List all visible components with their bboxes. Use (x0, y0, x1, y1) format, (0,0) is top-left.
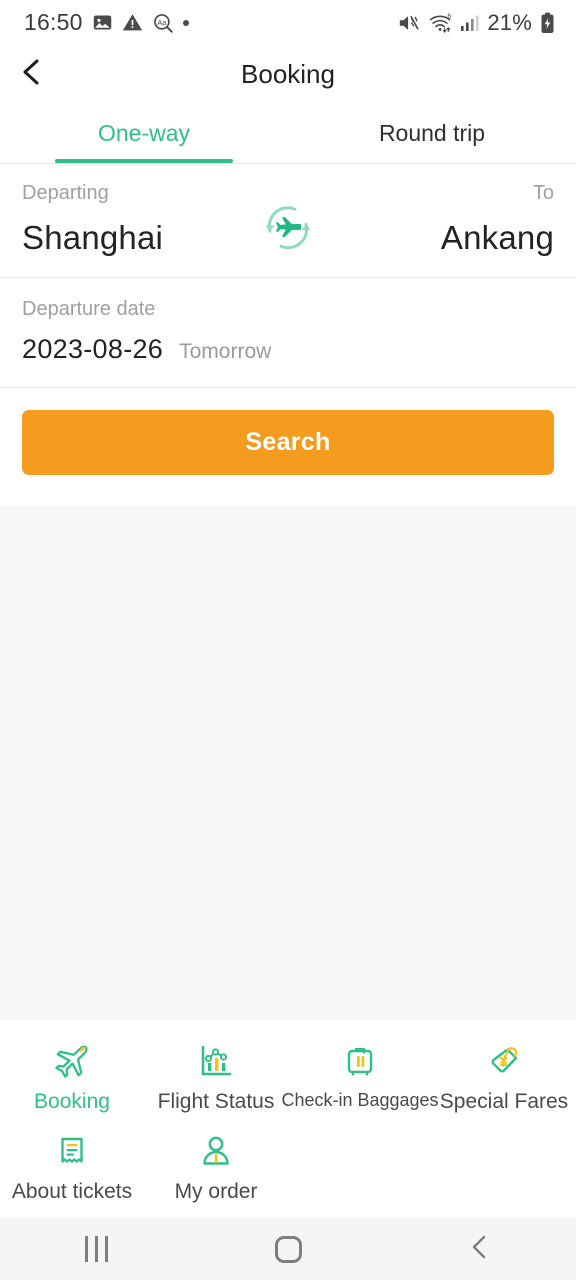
nav-item-empty-2 (432, 1122, 576, 1212)
battery-charging-icon (539, 12, 556, 34)
wifi-6-icon: 6 (428, 12, 453, 34)
android-back-button[interactable] (420, 1218, 540, 1280)
android-recents-button[interactable] (36, 1218, 156, 1280)
search-button-wrap: Search (0, 388, 576, 505)
airplane-icon (50, 1038, 94, 1084)
departure-date-relative: Tomorrow (179, 340, 272, 363)
to-label: To (532, 182, 554, 204)
nav-item-flight-status-label: Flight Status (157, 1090, 275, 1113)
warning-icon (122, 12, 143, 33)
departure-date-value: 2023-08-26 (22, 334, 164, 364)
suitcase-icon (338, 1038, 382, 1084)
nav-item-flight-status[interactable]: Flight Status (144, 1032, 288, 1122)
booking-form-card: Departing To Shanghai Ankang Departure d… (0, 164, 576, 505)
phone-screen: 16:50 Aa 6 21% Booking One-way Round tri… (0, 0, 576, 1280)
departure-city[interactable]: Shanghai (22, 219, 163, 257)
header-back-button[interactable] (0, 45, 62, 103)
status-bar-clock: 16:50 (24, 9, 83, 35)
mute-icon (397, 12, 421, 34)
tab-one-way[interactable]: One-way (0, 103, 288, 163)
back-icon (469, 1234, 491, 1265)
chevron-left-icon (18, 57, 44, 92)
price-tag-icon (482, 1038, 526, 1084)
nav-item-about-tickets-label: About tickets (11, 1180, 133, 1203)
route-row: Departing To Shanghai Ankang (0, 164, 576, 278)
search-button[interactable]: Search (22, 410, 554, 475)
battery-percent-label: 21% (487, 9, 532, 35)
content-placeholder-area (0, 505, 576, 1020)
nav-item-booking[interactable]: Booking (0, 1032, 144, 1122)
trip-type-tabs: One-way Round trip (0, 103, 576, 163)
tab-round-trip-label: Round trip (378, 119, 486, 146)
status-bar: 16:50 Aa 6 21% (0, 0, 576, 45)
status-bar-left: 16:50 Aa (24, 9, 189, 36)
android-navigation-bar (0, 1218, 576, 1280)
arrival-city[interactable]: Ankang (441, 219, 554, 257)
departure-date-row[interactable]: Departure date 2023-08-26 Tomorrow (0, 278, 576, 388)
nav-item-special-fares-label: Special Fares (439, 1090, 569, 1113)
home-icon (274, 1235, 302, 1263)
dot-icon (182, 19, 189, 26)
nav-item-about-tickets[interactable]: About tickets (0, 1122, 144, 1212)
departure-date-line: 2023-08-26 Tomorrow (22, 334, 554, 365)
bottom-nav-row-1: Booking Flight Status Check-in Baggages … (0, 1032, 576, 1122)
svg-text:Aa: Aa (157, 17, 167, 26)
nav-item-checkin-baggages-label: Check-in Baggages (281, 1090, 439, 1110)
nav-item-special-fares[interactable]: Special Fares (432, 1032, 576, 1122)
image-icon (92, 12, 113, 33)
swap-route-plane-icon (261, 201, 315, 260)
swap-route-button[interactable] (261, 203, 315, 257)
svg-text:6: 6 (448, 13, 452, 20)
chart-icon (194, 1038, 238, 1084)
tab-one-way-label: One-way (97, 119, 191, 146)
cellular-signal-icon (460, 13, 480, 33)
departing-label: Departing (22, 182, 109, 204)
person-icon (194, 1128, 238, 1174)
page-title: Booking (241, 58, 335, 89)
nav-item-my-order-label: My order (174, 1180, 258, 1203)
departure-date-label: Departure date (22, 298, 156, 320)
app-header: Booking (0, 45, 576, 103)
translate-icon: Aa (152, 12, 174, 34)
receipt-icon (50, 1128, 94, 1174)
nav-item-empty-1 (288, 1122, 432, 1212)
bottom-nav-row-2: About tickets My order (0, 1122, 576, 1212)
recents-icon (84, 1236, 108, 1262)
bottom-quick-nav: Booking Flight Status Check-in Baggages … (0, 1020, 576, 1218)
nav-item-checkin-baggages[interactable]: Check-in Baggages (281, 1032, 439, 1122)
nav-item-my-order[interactable]: My order (144, 1122, 288, 1212)
android-home-button[interactable] (228, 1218, 348, 1280)
status-bar-right: 6 21% (397, 10, 556, 36)
nav-item-booking-label: Booking (34, 1090, 110, 1113)
tab-round-trip[interactable]: Round trip (288, 103, 576, 163)
